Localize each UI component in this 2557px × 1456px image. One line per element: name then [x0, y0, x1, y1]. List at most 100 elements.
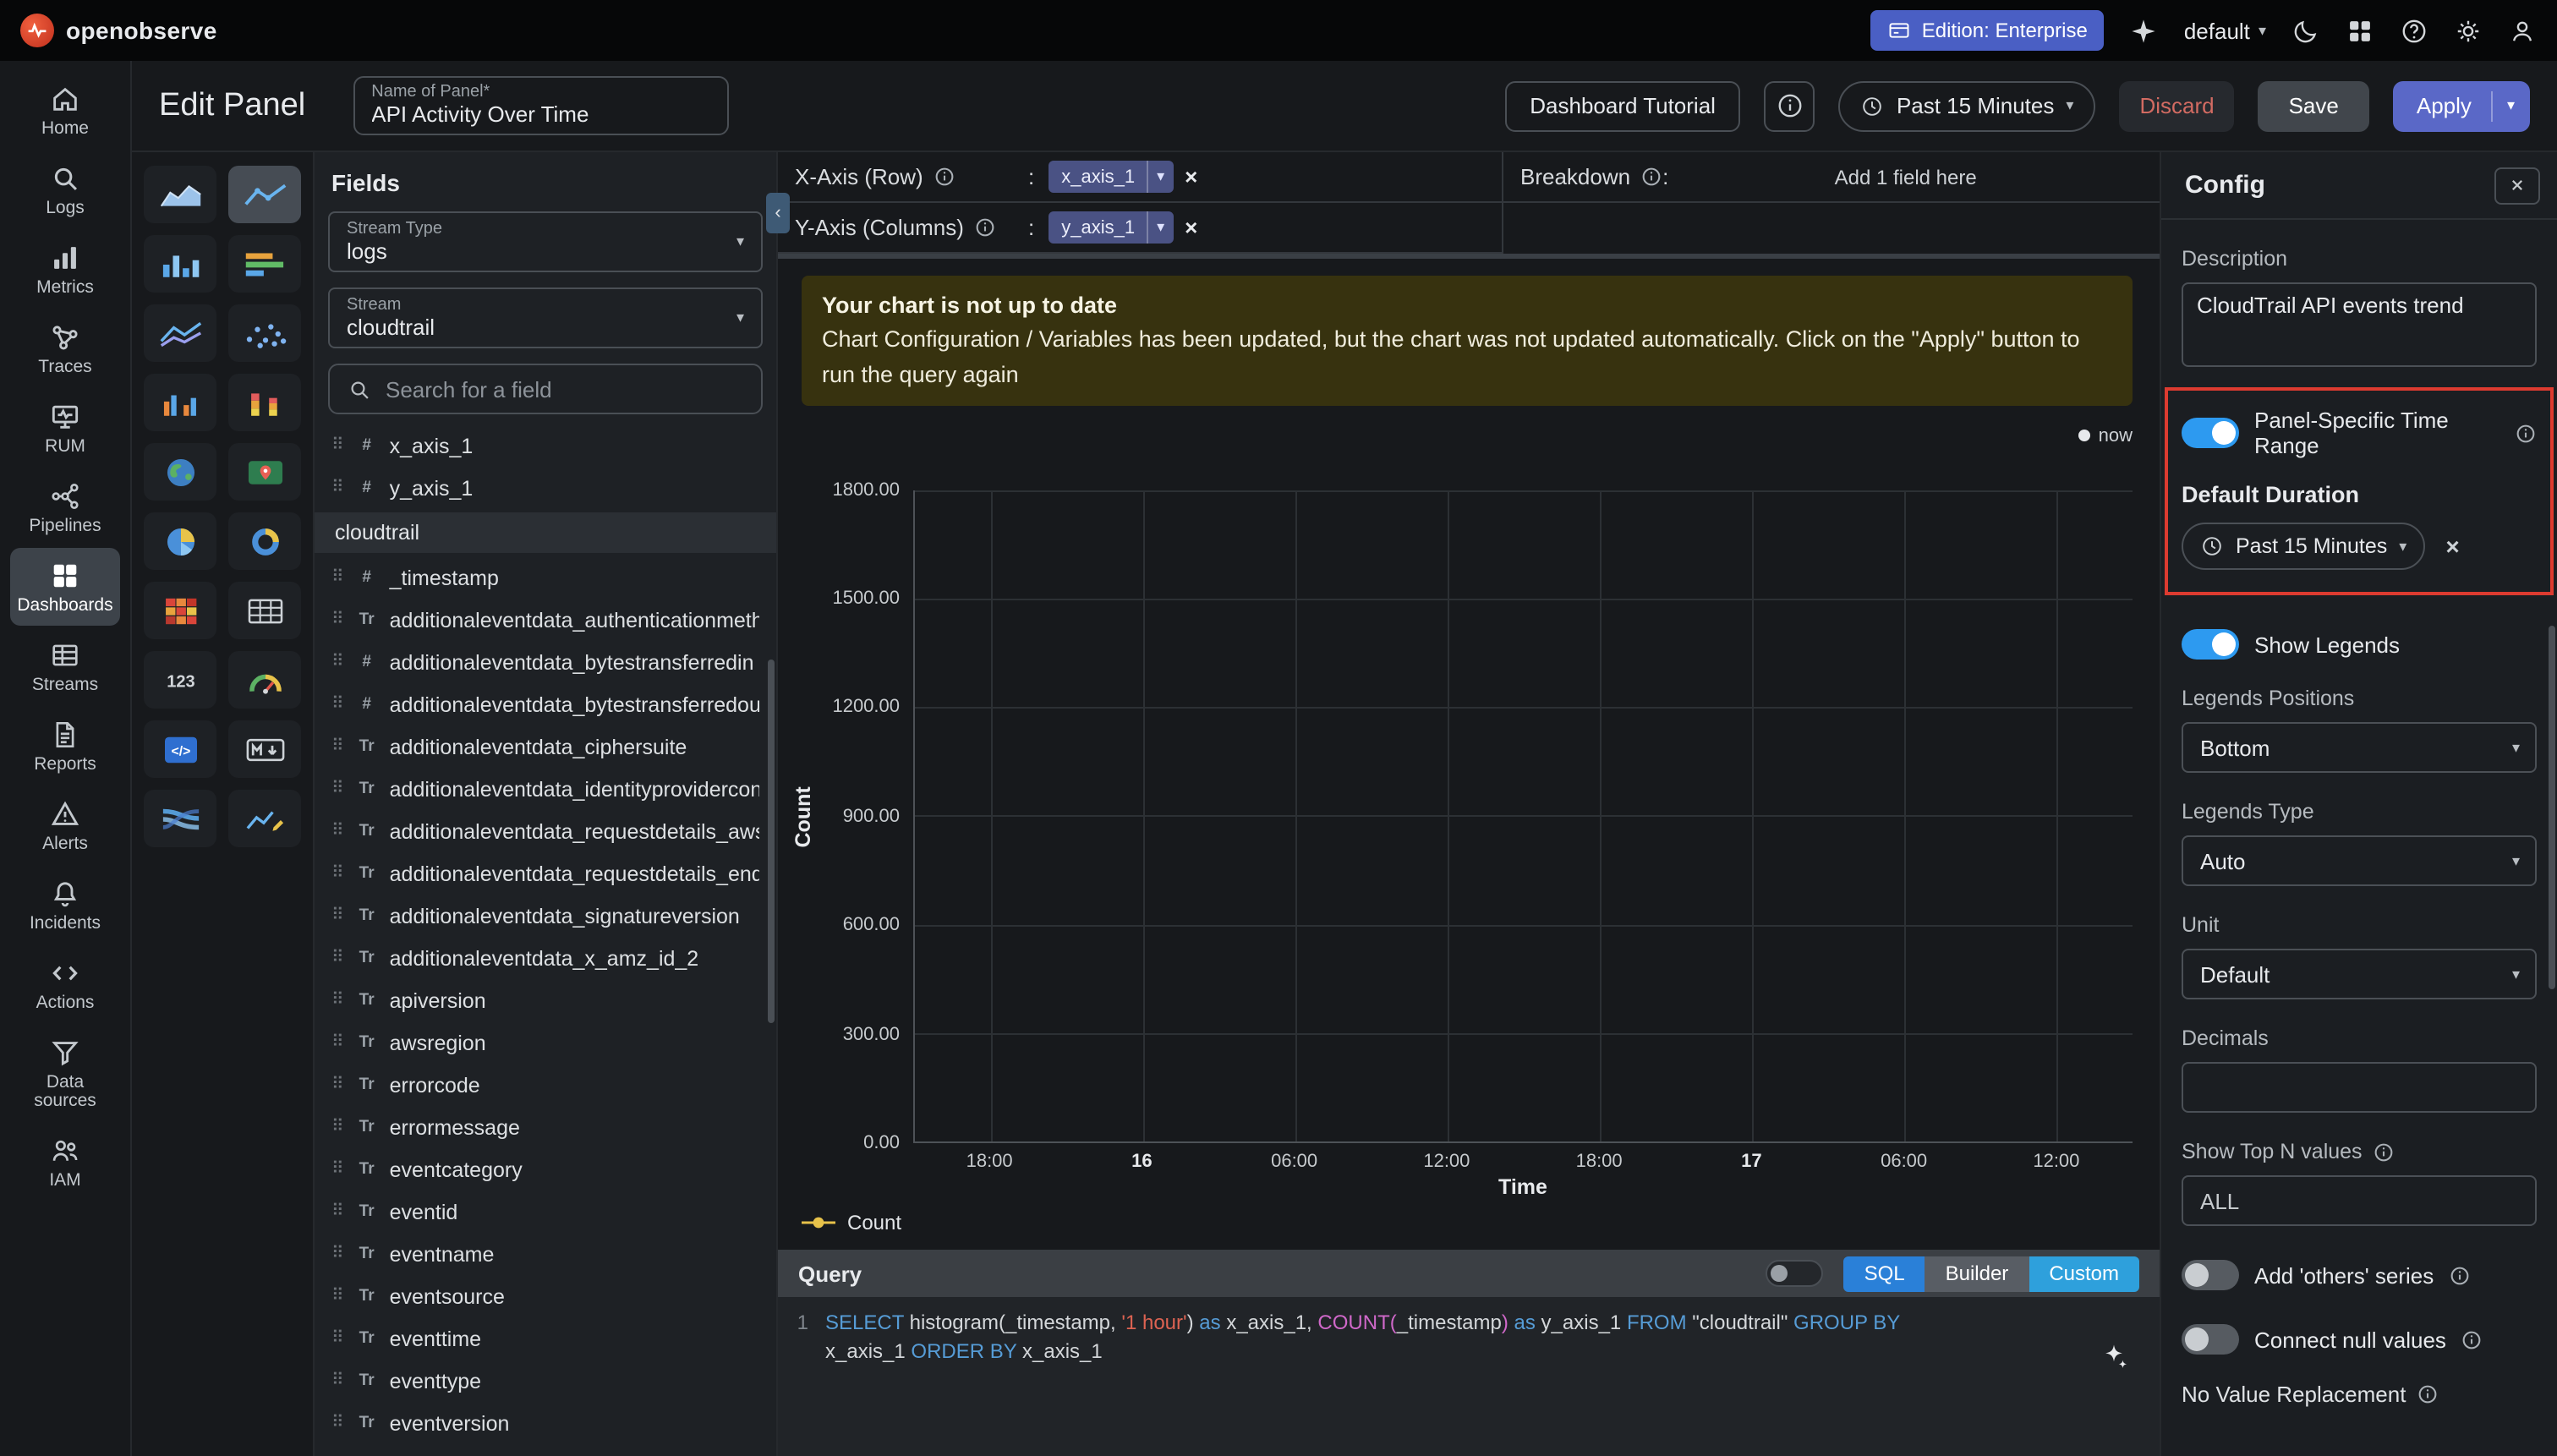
field-row[interactable]: ⠿#additionaleventdata_bytestransferredin	[328, 641, 763, 683]
fields-scrollbar[interactable]	[768, 660, 775, 1023]
info-icon[interactable]	[1640, 166, 1662, 188]
sidebar-item-data-sources[interactable]: Data sources	[10, 1025, 120, 1121]
panel-name-input[interactable]	[371, 101, 709, 127]
x-axis-field-chip[interactable]: x_axis_1 ▾	[1048, 161, 1173, 193]
chart-type-column-chart[interactable]	[144, 374, 216, 431]
sidebar-item-actions[interactable]: Actions	[10, 945, 120, 1023]
legends-type-select[interactable]: Auto ▾	[2182, 835, 2537, 886]
stream-select[interactable]: Stream cloudtrail ▾	[328, 287, 763, 348]
chart-type-scatter-chart[interactable]	[228, 304, 301, 362]
chart-type-table[interactable]	[228, 582, 301, 639]
stream-type-select[interactable]: Stream Type logs ▾	[328, 211, 763, 272]
default-duration-dropdown[interactable]: Past 15 Minutes ▾	[2182, 523, 2425, 570]
info-icon[interactable]	[974, 216, 996, 238]
sidebar-item-home[interactable]: Home	[10, 71, 120, 149]
sidebar-item-alerts[interactable]: Alerts	[10, 786, 120, 864]
chart-type-heatmap[interactable]	[144, 582, 216, 639]
chart-type-line-chart[interactable]	[228, 166, 301, 223]
field-row[interactable]: ⠿Tradditionaleventdata_requestdetails_aw…	[328, 810, 763, 852]
query-editor-toggle[interactable]	[1766, 1260, 1824, 1287]
connect-null-toggle[interactable]	[2182, 1324, 2239, 1355]
openobserve-logo[interactable]: openobserve	[20, 14, 217, 47]
field-row[interactable]: ⠿Treventtime	[328, 1317, 763, 1360]
panel-time-range-toggle[interactable]	[2182, 418, 2239, 448]
config-scrollbar[interactable]	[2549, 626, 2555, 989]
field-row[interactable]: ⠿#x_axis_1	[328, 424, 763, 467]
sidebar-item-pipelines[interactable]: Pipelines	[10, 468, 120, 546]
chart-type-maps[interactable]	[228, 443, 301, 501]
chart-type-donut-chart[interactable]	[228, 512, 301, 570]
field-row[interactable]: ⠿Treventcategory	[328, 1148, 763, 1191]
sidebar-item-reports[interactable]: Reports	[10, 707, 120, 785]
field-row[interactable]: ⠿Tradditionaleventdata_ciphersuite	[328, 725, 763, 768]
theme-moon-icon[interactable]	[2291, 16, 2320, 45]
sparkle-icon[interactable]	[2130, 16, 2159, 45]
chevron-down-icon[interactable]: ▾	[1148, 167, 1173, 186]
sidebar-item-traces[interactable]: Traces	[10, 309, 120, 387]
legends-positions-select[interactable]: Bottom ▾	[2182, 722, 2537, 773]
field-row[interactable]: ⠿Treventsource	[328, 1275, 763, 1317]
field-search-input[interactable]	[386, 376, 744, 402]
decimals-input[interactable]	[2182, 1062, 2537, 1113]
sidebar-item-rum[interactable]: RUM	[10, 389, 120, 467]
chart-type-metric[interactable]: 123	[144, 651, 216, 709]
others-series-toggle[interactable]	[2182, 1260, 2239, 1290]
field-row[interactable]: ⠿Treventtype	[328, 1360, 763, 1402]
info-icon[interactable]	[2373, 1141, 2395, 1163]
ai-sparkle-icon[interactable]	[2099, 1341, 2129, 1371]
remove-y-axis-field-button[interactable]: ×	[1185, 216, 1197, 238]
field-search[interactable]	[328, 364, 763, 414]
field-row[interactable]: ⠿Tradditionaleventdata_requestdetails_en…	[328, 852, 763, 895]
sql-editor[interactable]: 1SELECT histogram(_timestamp, '1 hour') …	[778, 1297, 2160, 1456]
info-button[interactable]	[1765, 80, 1815, 131]
field-row[interactable]: ⠿Trerrorcode	[328, 1064, 763, 1106]
info-icon[interactable]	[2449, 1264, 2471, 1286]
query-tab-sql[interactable]: SQL	[1844, 1256, 1925, 1291]
field-row[interactable]: ⠿#_timestamp	[328, 556, 763, 599]
field-row[interactable]: ⠿Tradditionaleventdata_x_amz_id_2	[328, 937, 763, 979]
sidebar-item-logs[interactable]: Logs	[10, 151, 120, 228]
unit-select[interactable]: Default ▾	[2182, 949, 2537, 999]
sidebar-item-incidents[interactable]: Incidents	[10, 866, 120, 944]
field-row[interactable]: ⠿Treventversion	[328, 1402, 763, 1444]
chevron-down-icon[interactable]: ▾	[1148, 218, 1173, 237]
org-selector[interactable]: default ▾	[2184, 18, 2266, 43]
field-row[interactable]: ⠿Treventid	[328, 1191, 763, 1233]
show-legends-toggle[interactable]	[2182, 629, 2239, 660]
save-button[interactable]: Save	[2259, 80, 2369, 131]
field-row[interactable]: ⠿#additionaleventdata_bytestransferredou…	[328, 683, 763, 725]
chart-type-bar-chart[interactable]	[144, 235, 216, 293]
chart-plot[interactable]	[913, 490, 2133, 1144]
remove-x-axis-field-button[interactable]: ×	[1185, 166, 1197, 188]
info-icon[interactable]	[934, 166, 955, 188]
field-row[interactable]: ⠿Trawsregion	[328, 1021, 763, 1064]
chart-type-geomap[interactable]	[144, 443, 216, 501]
apps-grid-icon[interactable]	[2346, 16, 2374, 45]
apply-button[interactable]: Apply ▾	[2393, 80, 2530, 131]
collapse-config-button[interactable]	[2494, 167, 2540, 204]
field-row[interactable]: ⠿Tradditionaleventdata_authenticationmet…	[328, 599, 763, 641]
dashboard-tutorial-button[interactable]: Dashboard Tutorial	[1504, 80, 1741, 131]
chart-type-stacked-chart[interactable]	[228, 374, 301, 431]
query-tab-builder[interactable]: Builder	[1925, 1256, 2029, 1291]
chart-type-custom-chart[interactable]	[228, 790, 301, 847]
y-axis-field-chip[interactable]: y_axis_1 ▾	[1048, 211, 1173, 244]
chart-type-pie-chart[interactable]	[144, 512, 216, 570]
field-row[interactable]: ⠿Trapiversion	[328, 979, 763, 1021]
chart-type-sankey[interactable]	[144, 790, 216, 847]
collapse-fields-button[interactable]: ‹	[766, 193, 790, 233]
user-icon[interactable]	[2508, 16, 2537, 45]
info-icon[interactable]	[2515, 422, 2537, 444]
info-icon[interactable]	[2416, 1383, 2438, 1405]
discard-button[interactable]: Discard	[2119, 80, 2234, 131]
sidebar-item-dashboards[interactable]: Dashboards	[10, 548, 120, 626]
edition-badge[interactable]: Edition: Enterprise	[1871, 10, 2105, 51]
field-row[interactable]: ⠿Trerrormessage	[328, 1106, 763, 1148]
clear-duration-button[interactable]: ×	[2445, 534, 2459, 558]
field-row[interactable]: ⠿#y_axis_1	[328, 467, 763, 509]
time-range-dropdown[interactable]: Past 15 Minutes ▾	[1839, 80, 2096, 131]
breakdown-drop-hint[interactable]: Add 1 field here	[1668, 165, 2143, 189]
gear-icon[interactable]	[2454, 16, 2483, 45]
chart-type-gauge[interactable]	[228, 651, 301, 709]
help-icon[interactable]	[2400, 16, 2428, 45]
